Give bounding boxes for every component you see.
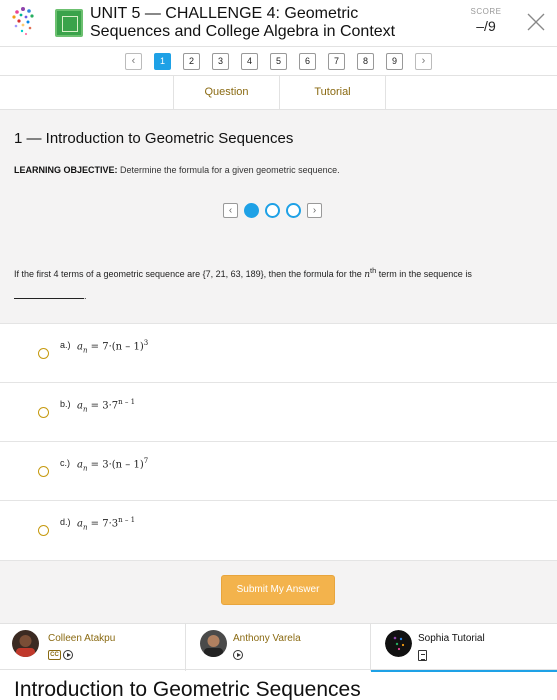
question-text: If the first 4 terms of a geometric sequ… xyxy=(14,260,544,307)
radio-button[interactable] xyxy=(38,466,49,477)
pager-page-button[interactable]: 2 xyxy=(183,53,200,70)
pager-page-button[interactable]: 9 xyxy=(386,53,403,70)
pager-next-button[interactable]: › xyxy=(415,53,432,70)
answer-blank xyxy=(14,290,84,299)
objective-text: Determine the formula for a given geomet… xyxy=(120,165,340,175)
radio-button[interactable] xyxy=(38,525,49,536)
pager-page-button[interactable]: 3 xyxy=(212,53,229,70)
pager-prev-button[interactable]: ‹ xyxy=(125,53,142,70)
radio-button[interactable] xyxy=(38,348,49,359)
document-icon xyxy=(418,650,427,661)
question-pager: ‹ 1 2 3 4 5 6 7 8 9 › xyxy=(0,46,557,76)
answer-choice-c[interactable]: c.) an = 3·(n – 1)7 xyxy=(0,441,557,500)
score-value: –/9 xyxy=(476,18,496,34)
avatar xyxy=(385,630,412,657)
sophia-logo-icon xyxy=(12,7,34,36)
answer-choice-a[interactable]: a.) an = 7·(n – 1)3 xyxy=(0,323,557,382)
tutor-option-sophia[interactable]: Sophia Tutorial xyxy=(371,624,557,672)
answer-choice-b[interactable]: b.) an = 3·7n – 1 xyxy=(0,382,557,441)
step-navigator: ‹ › xyxy=(223,202,322,218)
selected-tutor-indicator xyxy=(371,670,557,672)
question-text-part: If the first 4 terms of a geometric sequ… xyxy=(14,269,365,279)
choice-label: a.) xyxy=(60,340,71,350)
pager-page-button[interactable]: 5 xyxy=(270,53,287,70)
play-icon xyxy=(63,650,73,660)
avatar xyxy=(12,630,39,657)
step-dot-3[interactable] xyxy=(286,202,301,218)
view-tabs: Question Tutorial xyxy=(0,76,557,110)
choice-label: c.) xyxy=(60,458,70,468)
tutor-name: Anthony Varela xyxy=(233,633,301,644)
score-display: SCORE –/9 xyxy=(462,7,510,34)
tutor-name: Sophia Tutorial xyxy=(418,633,485,644)
choice-formula: an = 3·7n – 1 xyxy=(77,398,136,414)
play-icon xyxy=(233,650,243,660)
step-dot-2[interactable] xyxy=(265,202,280,218)
tutor-option-anthony[interactable]: Anthony Varela xyxy=(186,624,371,671)
tutor-selector: Colleen Atakpu CC Anthony Varela Sophia … xyxy=(0,623,557,672)
score-label: SCORE xyxy=(470,7,502,16)
pager-page-button[interactable]: 4 xyxy=(241,53,258,70)
unit-thumbnail xyxy=(55,9,83,37)
pager-page-button[interactable]: 8 xyxy=(357,53,374,70)
choice-label: b.) xyxy=(60,399,71,409)
choice-formula: an = 7·(n – 1)3 xyxy=(77,339,149,355)
pager-page-button[interactable]: 6 xyxy=(299,53,316,70)
avatar xyxy=(200,630,227,657)
unit-title: UNIT 5 — CHALLENGE 4: Geometric Sequence… xyxy=(90,5,396,40)
tutor-media-icons xyxy=(418,650,427,661)
submit-area: Submit My Answer xyxy=(0,560,557,623)
choice-label: d.) xyxy=(60,517,71,527)
lesson-title: 1 — Introduction to Geometric Sequences xyxy=(14,130,294,147)
learning-objective: LEARNING OBJECTIVE: Determine the formul… xyxy=(14,165,340,175)
tab-tutorial[interactable]: Tutorial xyxy=(279,76,386,110)
tab-question[interactable]: Question xyxy=(173,76,279,110)
pager-page-button[interactable]: 1 xyxy=(154,53,171,70)
pager-page-button[interactable]: 7 xyxy=(328,53,345,70)
tutor-media-icons: CC xyxy=(48,650,73,660)
question-text-part: term in the sequence is xyxy=(376,269,472,279)
step-next-button[interactable]: › xyxy=(307,202,322,218)
objective-label: LEARNING OBJECTIVE: xyxy=(14,165,118,175)
answer-choice-d[interactable]: d.) an = 7·3n – 1 xyxy=(0,500,557,560)
choice-formula: an = 3·(n – 1)7 xyxy=(77,457,149,473)
tutor-media-icons xyxy=(233,650,243,660)
tutor-option-colleen[interactable]: Colleen Atakpu CC xyxy=(0,624,186,671)
step-dot-1[interactable] xyxy=(244,202,259,218)
tutor-name: Colleen Atakpu xyxy=(48,633,116,644)
choice-formula: an = 7·3n – 1 xyxy=(77,516,136,532)
step-prev-button[interactable]: ‹ xyxy=(223,202,238,218)
question-text-end: . xyxy=(84,291,87,301)
closed-caption-icon: CC xyxy=(48,650,61,660)
submit-answer-button[interactable]: Submit My Answer xyxy=(221,575,335,605)
question-panel: 1 — Introduction to Geometric Sequences … xyxy=(0,110,557,324)
close-icon[interactable] xyxy=(526,12,546,32)
pager-row: ‹ 1 2 3 4 5 6 7 8 9 › xyxy=(125,53,432,70)
header: UNIT 5 — CHALLENGE 4: Geometric Sequence… xyxy=(0,0,557,46)
tutorial-title: Introduction to Geometric Sequences xyxy=(14,678,361,700)
radio-button[interactable] xyxy=(38,407,49,418)
